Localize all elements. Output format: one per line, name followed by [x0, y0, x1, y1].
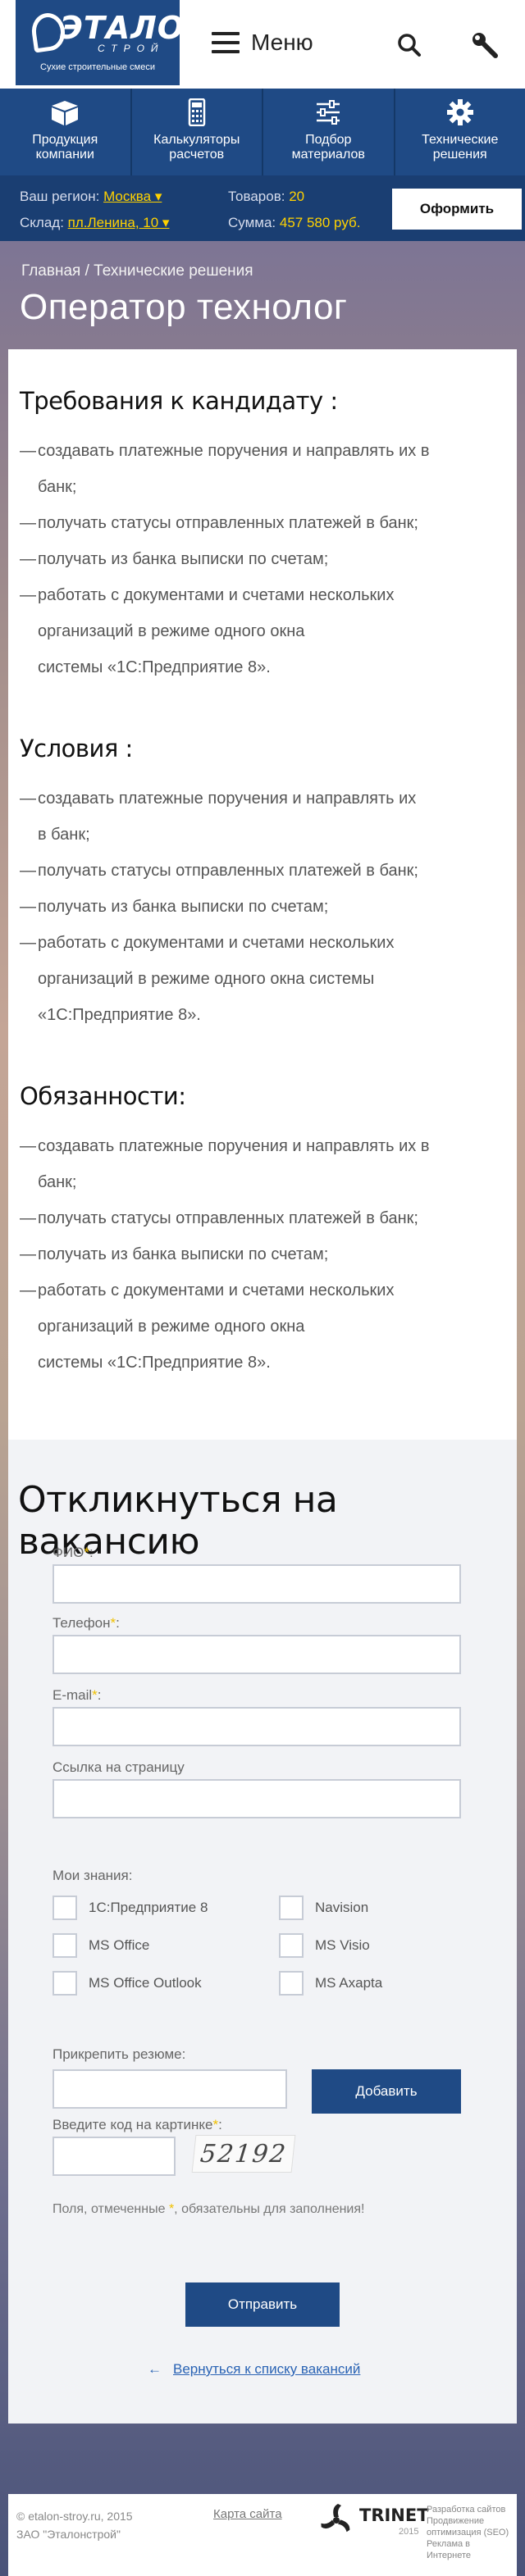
list-item: работать с документами и счетами несколь… [20, 577, 504, 685]
list-item: работать с документами и счетами несколь… [20, 1272, 504, 1381]
resume-label: Прикрепить резюме: [52, 2046, 186, 2062]
region-select[interactable]: Москва ▾ [103, 189, 162, 204]
page-title: Оператор технолог [20, 287, 348, 327]
resume-file-field[interactable] [52, 2069, 287, 2109]
site-header: ЭТАЛОН СТРОЙ Сухие строительные смеси Ме… [0, 0, 525, 89]
page-link-field[interactable] [52, 1779, 461, 1818]
developer-name[interactable]: TRINET [359, 2505, 429, 2525]
nav-label-line: компании [35, 148, 94, 162]
nav-label-line: Подбор [305, 133, 352, 147]
category-nav: Продукция компании Калькуляторы расчетов… [0, 89, 525, 175]
captcha-label: Введите код на картинке*: [52, 2117, 222, 2132]
nav-item-products[interactable]: Продукция компании [0, 89, 132, 175]
goods-row: Товаров: 20 [228, 189, 304, 205]
add-file-button[interactable]: Добавить [312, 2069, 461, 2114]
email-label: E-mail*: [52, 1687, 102, 1703]
vacancy-content: Требования к кандидату : создавать плате… [8, 349, 517, 1440]
hamburger-icon [212, 32, 240, 53]
skill-checkbox-ms-office[interactable]: MS Office [52, 1933, 149, 1958]
section-title: Требования к кандидату : [20, 387, 338, 415]
goods-count: 20 [289, 189, 305, 204]
fio-field[interactable] [52, 1564, 461, 1604]
phone-label: Телефон*: [52, 1615, 120, 1631]
requirements-section: Требования к кандидату : создавать плате… [20, 387, 504, 685]
breadcrumb-separator: / [80, 262, 94, 280]
trinet-logo-icon[interactable] [318, 2502, 354, 2538]
region-row: Ваш регион: Москва ▾ [20, 189, 162, 205]
link-label: Ссылка на страницу [52, 1759, 185, 1775]
checkout-button[interactable]: Оформить [392, 189, 522, 230]
section-title: Условия : [20, 735, 133, 762]
list-item: получать из банка выписки по счетам; [20, 889, 504, 925]
captcha-field[interactable] [52, 2137, 176, 2176]
box-icon [52, 101, 79, 125]
required-note: Поля, отмеченные *, обязательны для запо… [52, 2202, 365, 2216]
breadcrumb-home[interactable]: Главная [21, 262, 80, 280]
nav-label-line: Технические [422, 133, 499, 147]
developer-services: Разработка сайтов Продвижение оптимизаци… [427, 2505, 509, 2560]
stock-row: Склад: пл.Ленина, 10 ▾ [20, 215, 169, 231]
sum-label: Сумма: [228, 215, 276, 230]
nav-item-materials[interactable]: Подбор материалов [263, 89, 395, 175]
nav-label-line: Продукция [32, 133, 98, 147]
logo-title: ЭТАЛОН [60, 10, 212, 46]
goods-label: Товаров: [228, 189, 285, 204]
list-item: получать из банка выписки по счетам; [20, 1236, 504, 1272]
nav-label-line: расчетов [169, 148, 225, 162]
list-item: работать с документами и счетами несколь… [20, 925, 504, 1033]
nav-item-calculators[interactable]: Калькуляторы расчетов [132, 89, 263, 175]
captcha-image: 52192 [191, 2135, 296, 2173]
logo-subtitle: СТРОЙ [98, 43, 165, 54]
back-link-label[interactable]: Вернуться к списку вакансий [173, 2361, 360, 2378]
sitemap-link[interactable]: Карта сайта [213, 2507, 282, 2521]
phone-field[interactable] [52, 1635, 461, 1674]
nav-item-technical[interactable]: Технические решения [395, 89, 525, 175]
search-icon[interactable] [397, 33, 422, 57]
skill-checkbox-outlook[interactable]: MS Office Outlook [52, 1971, 202, 1996]
breadcrumb: Главная / Технические решения [21, 262, 253, 280]
list-item: создавать платежные поручения и направля… [20, 781, 504, 853]
list-item: получать статусы отправленных платежей в… [20, 853, 504, 889]
gear-icon [446, 99, 473, 125]
back-to-vacancies-link[interactable]: ← Вернуться к списку вакансий [148, 2361, 360, 2378]
wrench-icon[interactable] [471, 31, 499, 59]
nav-label-line: Калькуляторы [153, 133, 240, 147]
site-footer: © etalon-stroy.ru, 2015 ЗАО "Эталонстрой… [8, 2494, 517, 2576]
skill-checkbox-axapta[interactable]: MS Axapta [279, 1971, 382, 1996]
sliders-icon [317, 100, 340, 125]
copyright: © etalon-stroy.ru, 2015 ЗАО "Эталонстрой… [16, 2510, 133, 2541]
list-item: получать статусы отправленных платежей в… [20, 1200, 504, 1236]
stock-select[interactable]: пл.Ленина, 10 ▾ [68, 215, 170, 230]
developer-year: 2015 [399, 2527, 419, 2537]
skill-checkbox-1c[interactable]: 1С:Предприятие 8 [52, 1896, 208, 1920]
skill-checkbox-ms-visio[interactable]: MS Visio [279, 1933, 370, 1958]
email-field[interactable] [52, 1707, 461, 1746]
section-title: Обязанности: [20, 1082, 186, 1110]
list-item: создавать платежные поручения и направля… [20, 433, 504, 505]
nav-label-line: решения [432, 148, 487, 162]
skill-checkbox-navision[interactable]: Navision [279, 1896, 368, 1920]
nav-label-line: материалов [291, 148, 365, 162]
duties-section: Обязанности: создавать платежные поручен… [20, 1082, 504, 1381]
arrow-left-icon: ← [148, 2361, 162, 2377]
region-label: Ваш регион: [20, 189, 100, 204]
logo-tagline: Сухие строительные смеси [40, 62, 155, 72]
conditions-section: Условия : создавать платежные поручения … [20, 735, 504, 1033]
breadcrumb-current[interactable]: Технические решения [94, 262, 253, 280]
application-form: Откликнуться на вакансию ФИО*: Телефон*:… [8, 1440, 517, 2424]
sum-row: Сумма: 457 580 руб. [228, 215, 360, 231]
submit-button[interactable]: Отправить [185, 2282, 340, 2327]
stock-label: Склад: [20, 215, 64, 230]
fio-label: ФИО*: [52, 1545, 94, 1560]
logo[interactable]: ЭТАЛОН СТРОЙ Сухие строительные смеси [16, 0, 211, 85]
sum-value: 457 580 руб. [279, 215, 361, 230]
list-item: создавать платежные поручения и направля… [20, 1128, 504, 1200]
menu-label: Меню [251, 30, 313, 55]
list-item: получать из банка выписки по счетам; [20, 541, 504, 577]
skills-title: Мои знания: [52, 1868, 133, 1883]
menu-button[interactable]: Меню [212, 30, 313, 56]
calculator-icon [188, 98, 205, 126]
list-item: получать статусы отправленных платежей в… [20, 505, 504, 541]
